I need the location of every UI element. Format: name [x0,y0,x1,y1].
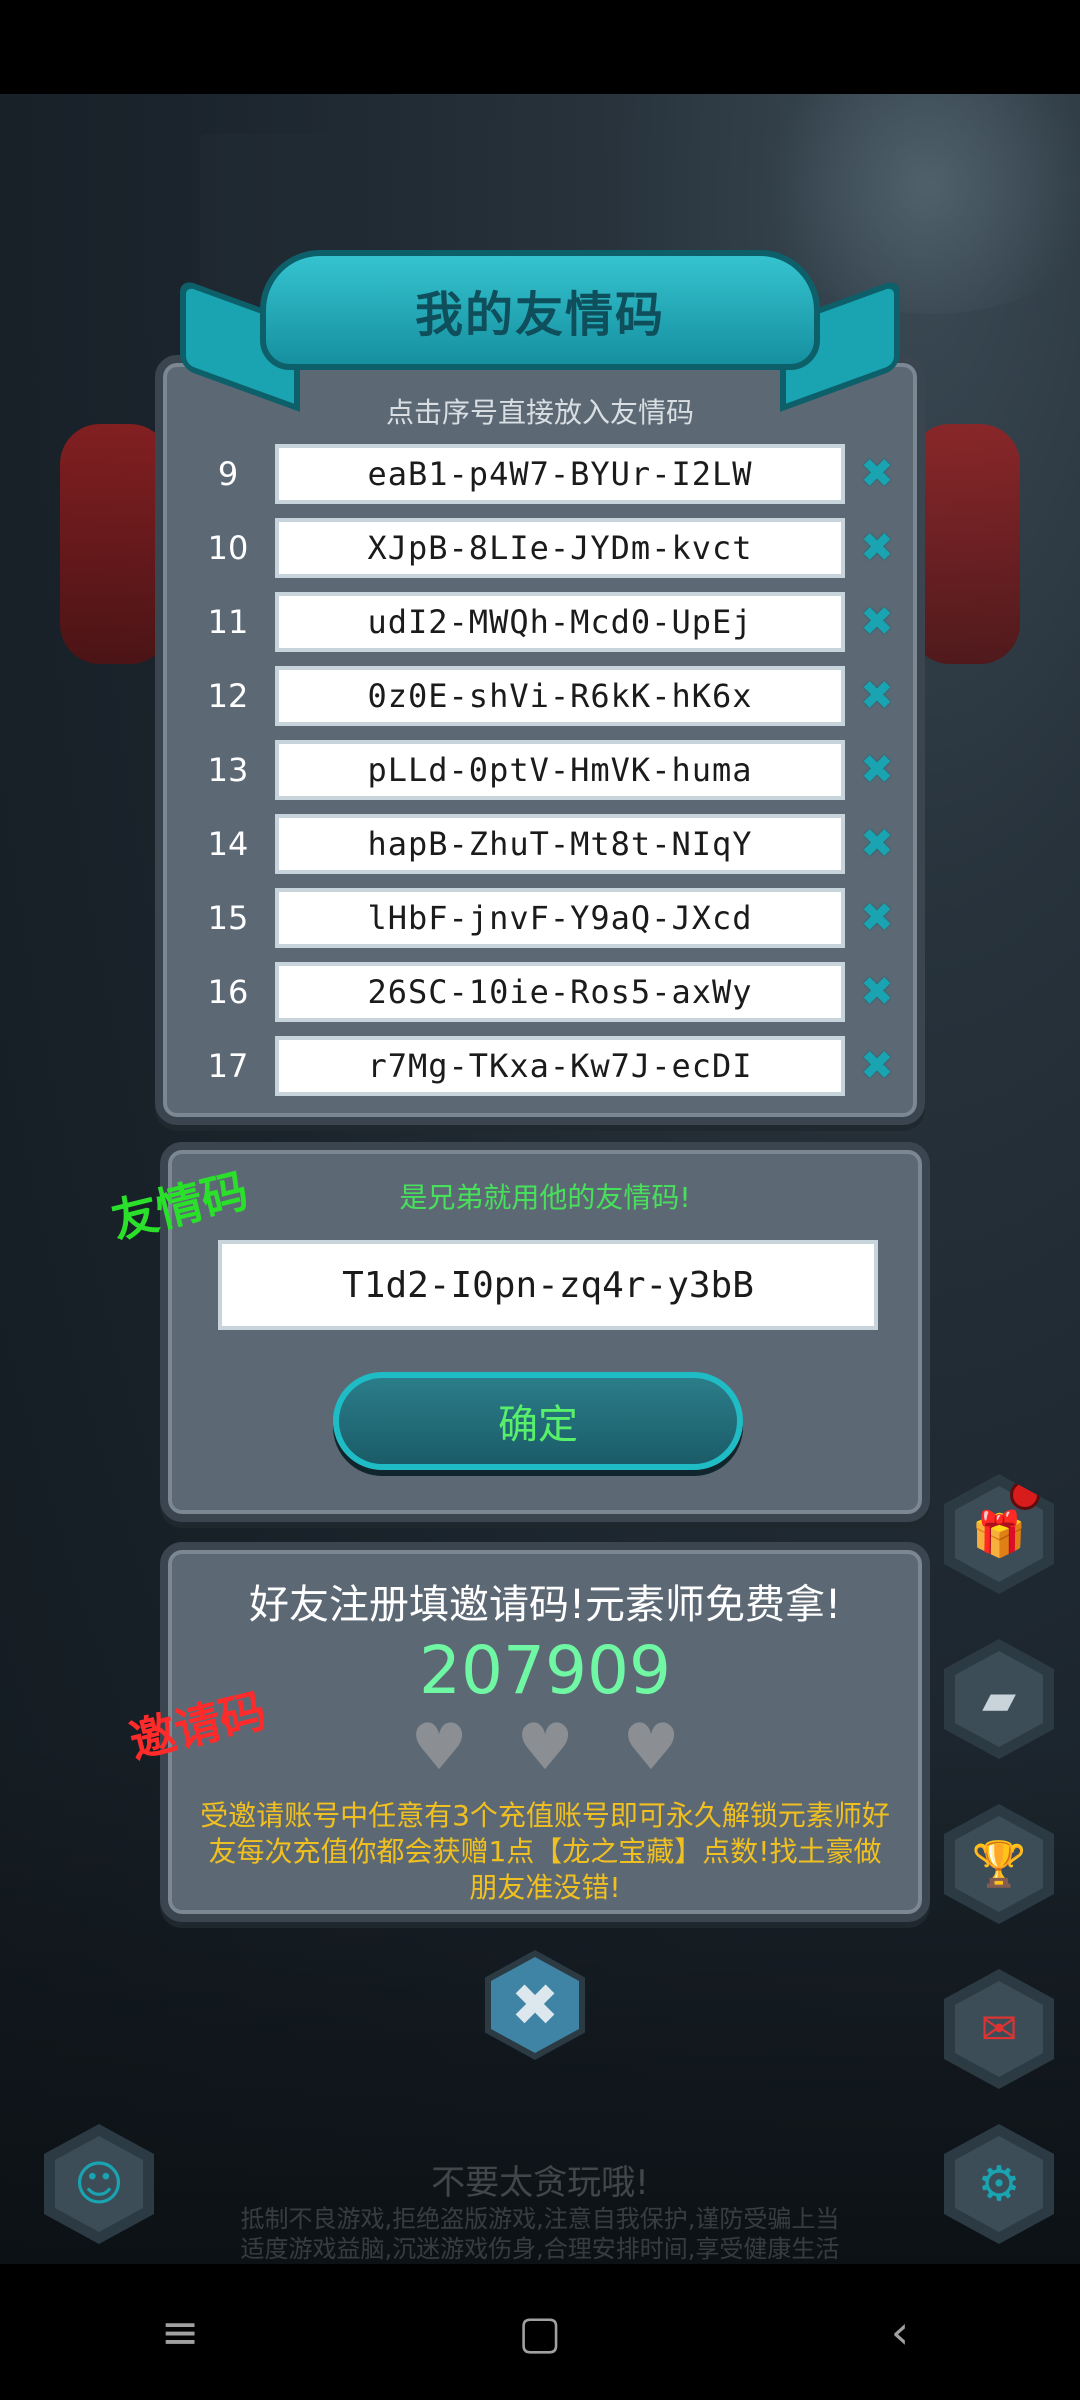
back-nav-icon[interactable]: ‹ [820,2305,980,2359]
code-index-button[interactable]: 15 [193,899,263,937]
warning-title: 不要太贪玩哦! [431,2163,649,2203]
code-row: 16 26SC-10ie-Ros5-axWy ✖ [193,961,913,1023]
friend-code-field[interactable]: pLLd-0ptV-HmVK-huma [275,740,845,800]
right-banner-decoration [910,424,1020,664]
close-x-icon[interactable]: ✖ [857,602,897,642]
code-row: 13 pLLd-0ptV-HmVK-huma ✖ [193,739,913,801]
friend-code-field[interactable]: lHbF-jnvF-Y9aQ-JXcd [275,888,845,948]
system-nav-bar: ≡ ▢ ‹ [0,2264,1080,2400]
title-ribbon: 我的友情码 [180,230,900,412]
friend-code-input[interactable]: T1d2-I0pn-zq4r-y3bB [218,1240,878,1330]
close-x-icon[interactable]: ✖ [857,824,897,864]
friend-code-field[interactable]: XJpB-8LIe-JYDm-kvct [275,518,845,578]
close-x-icon[interactable]: ✖ [857,528,897,568]
code-row: 12 0z0E-shVi-R6kK-hK6x ✖ [193,665,913,727]
friend-code-field[interactable]: 26SC-10ie-Ros5-axWy [275,962,845,1022]
code-index-button[interactable]: 9 [193,455,263,493]
friend-codes-panel: 点击序号直接放入友情码 9 eaB1-p4W7-BYUr-I2LW ✖ 10 XJpB-… [155,355,925,1125]
close-x-icon[interactable]: ✖ [857,898,897,938]
code-row: 9 eaB1-p4W7-BYUr-I2LW ✖ [193,443,913,505]
code-row: 10 XJpB-8LIe-JYDm-kvct ✖ [193,517,913,579]
code-index-button[interactable]: 17 [193,1047,263,1085]
hearts-row: ♥ ♥ ♥ [168,1711,922,1785]
gift-icon: 🎁 [971,1509,1027,1560]
invite-code: 207909 [419,1632,671,1709]
code-index-button[interactable]: 14 [193,825,263,863]
close-x-icon[interactable]: ✖ [857,750,897,790]
cards-icon: ▰ [982,1673,1016,1725]
code-row: 11 udI2-MWQh-Mcd0-UpEj ✖ [193,591,913,653]
gift-button[interactable]: 🎁 [944,1474,1054,1594]
page-title: 我的友情码 [414,287,665,343]
heart-icon: ♥ [410,1711,468,1785]
friend-code-field[interactable]: hapB-ZhuT-Mt8t-NIqY [275,814,845,874]
code-row: 17 r7Mg-TKxa-Kw7J-ecDI ✖ [193,1035,913,1097]
close-icon: ✖ [510,1971,560,2039]
close-x-icon[interactable]: ✖ [857,1046,897,1086]
cards-button[interactable]: ▰ [944,1639,1054,1759]
invite-panel: 好友注册填邀请码!元素师免费拿! 207909 ♥ ♥ ♥ 受邀请账号中任意有3… [160,1542,930,1922]
invite-description: 受邀请账号中任意有3个充值账号即可永久解锁元素师好友每次充值你都会获赠1点【龙之… [200,1799,890,1904]
code-row: 15 lHbF-jnvF-Y9aQ-JXcd ✖ [193,887,913,949]
menu-nav-icon[interactable]: ≡ [100,2305,260,2359]
home-nav-icon[interactable]: ▢ [460,2305,620,2359]
code-index-button[interactable]: 10 [193,529,263,567]
close-x-icon[interactable]: ✖ [857,454,897,494]
code-index-button[interactable]: 16 [193,973,263,1011]
friend-tip: 是兄弟就用他的友情码! [399,1181,691,1214]
code-index-button[interactable]: 13 [193,751,263,789]
health-warning: 不要太贪玩哦! 抵制不良游戏,拒绝盗版游戏,注意自我保护,谨防受骗上当 适度游戏… [0,2155,1080,2264]
red-envelope-icon: ✉ [980,2003,1018,2055]
warning-line-2: 适度游戏益脑,沉迷游戏伤身,合理安排时间,享受健康生活 [240,2235,840,2263]
left-banner-decoration [60,424,170,664]
warning-line-1: 抵制不良游戏,拒绝盗版游戏,注意自我保护,谨防受骗上当 [240,2205,840,2233]
heart-icon: ♥ [622,1711,680,1785]
heart-icon: ♥ [516,1711,574,1785]
friend-code-entry-panel: 是兄弟就用他的友情码! T1d2-I0pn-zq4r-y3bB 确定 [160,1142,930,1522]
status-bar [0,0,1080,94]
confirm-button[interactable]: 确定 [333,1372,743,1470]
trophy-icon: 🏆 [971,1839,1027,1890]
friend-code-field[interactable]: 0z0E-shVi-R6kK-hK6x [275,666,845,726]
invite-title: 好友注册填邀请码!元素师免费拿! [248,1582,842,1628]
friend-code-field[interactable]: r7Mg-TKxa-Kw7J-ecDI [275,1036,845,1096]
close-x-icon[interactable]: ✖ [857,972,897,1012]
ribbon-center: 我的友情码 [260,250,820,370]
code-index-button[interactable]: 11 [193,603,263,641]
notification-badge [1010,1480,1040,1510]
friend-code-field[interactable]: eaB1-p4W7-BYUr-I2LW [275,444,845,504]
code-row: 14 hapB-ZhuT-Mt8t-NIqY ✖ [193,813,913,875]
code-index-button[interactable]: 12 [193,677,263,715]
close-x-icon[interactable]: ✖ [857,676,897,716]
friend-code-field[interactable]: udI2-MWQh-Mcd0-UpEj [275,592,845,652]
